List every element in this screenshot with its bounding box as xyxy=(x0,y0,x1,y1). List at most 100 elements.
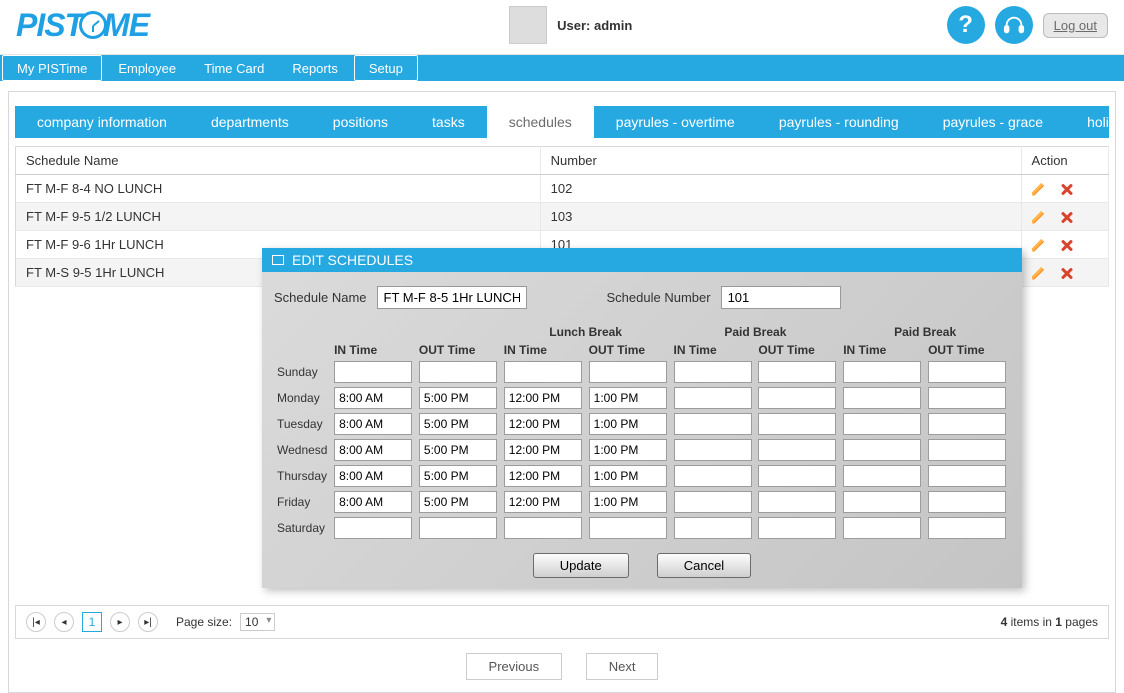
next-button[interactable]: Next xyxy=(586,653,659,680)
time-input[interactable] xyxy=(758,413,836,435)
time-input[interactable] xyxy=(674,387,752,409)
nav-sub-tab[interactable]: departments xyxy=(189,106,311,138)
help-icon[interactable]: ? xyxy=(947,6,985,44)
edit-icon[interactable] xyxy=(1032,182,1046,196)
time-input[interactable] xyxy=(334,413,412,435)
time-input[interactable] xyxy=(334,387,412,409)
time-input[interactable] xyxy=(758,465,836,487)
time-input[interactable] xyxy=(928,387,1006,409)
nav-sub-tab[interactable]: payrules - grace xyxy=(921,106,1065,138)
time-input[interactable] xyxy=(589,361,667,383)
time-input[interactable] xyxy=(589,465,667,487)
time-input[interactable] xyxy=(758,491,836,513)
time-input[interactable] xyxy=(334,517,412,539)
time-input[interactable] xyxy=(843,413,921,435)
time-input[interactable] xyxy=(419,465,497,487)
edit-icon[interactable] xyxy=(1032,238,1046,252)
time-input[interactable] xyxy=(419,361,497,383)
time-input[interactable] xyxy=(843,361,921,383)
nav-sub-tab[interactable]: holidays xyxy=(1065,106,1109,138)
time-input[interactable] xyxy=(674,491,752,513)
pager-first-button[interactable]: |◂ xyxy=(26,612,46,632)
time-input[interactable] xyxy=(674,413,752,435)
modal-titlebar[interactable]: EDIT SCHEDULES xyxy=(262,248,1022,272)
support-icon[interactable] xyxy=(995,6,1033,44)
nav-main-item[interactable]: My PISTime xyxy=(2,55,102,81)
time-input[interactable] xyxy=(589,387,667,409)
nav-sub-tab[interactable]: payrules - rounding xyxy=(757,106,921,138)
time-input[interactable] xyxy=(504,465,582,487)
delete-icon[interactable] xyxy=(1060,182,1074,196)
logout-button[interactable]: Log out xyxy=(1043,13,1108,38)
schedule-number-input[interactable] xyxy=(721,286,841,309)
time-input[interactable] xyxy=(504,387,582,409)
cancel-button[interactable]: Cancel xyxy=(657,553,751,578)
nav-sub-tab[interactable]: payrules - overtime xyxy=(594,106,757,138)
time-input[interactable] xyxy=(758,387,836,409)
col-header-name[interactable]: Schedule Name xyxy=(16,147,541,175)
time-input[interactable] xyxy=(843,439,921,461)
nav-sub-tab[interactable]: schedules xyxy=(487,106,594,138)
table-row[interactable]: FT M-F 8-4 NO LUNCH102 xyxy=(16,175,1109,203)
update-button[interactable]: Update xyxy=(533,553,629,578)
time-input[interactable] xyxy=(758,361,836,383)
time-input[interactable] xyxy=(419,491,497,513)
nav-sub-tab[interactable]: company information xyxy=(15,106,189,138)
time-input[interactable] xyxy=(504,439,582,461)
page-size-select[interactable]: 10 xyxy=(240,613,275,631)
time-input[interactable] xyxy=(334,439,412,461)
time-input[interactable] xyxy=(928,517,1006,539)
time-input[interactable] xyxy=(419,387,497,409)
pager-last-button[interactable]: ▸| xyxy=(138,612,158,632)
previous-button[interactable]: Previous xyxy=(466,653,563,680)
time-input[interactable] xyxy=(504,517,582,539)
time-input[interactable] xyxy=(674,439,752,461)
edit-icon[interactable] xyxy=(1032,210,1046,224)
time-input[interactable] xyxy=(334,465,412,487)
time-input[interactable] xyxy=(419,517,497,539)
nav-main-item[interactable]: Employee xyxy=(104,55,190,81)
schedule-name-input[interactable] xyxy=(377,286,527,309)
time-input[interactable] xyxy=(928,491,1006,513)
time-input[interactable] xyxy=(589,413,667,435)
nav-sub-tab[interactable]: tasks xyxy=(410,106,487,138)
time-input[interactable] xyxy=(419,413,497,435)
time-input[interactable] xyxy=(758,439,836,461)
day-label: Sunday xyxy=(274,359,331,385)
time-input[interactable] xyxy=(589,517,667,539)
time-input[interactable] xyxy=(843,465,921,487)
col-header-number[interactable]: Number xyxy=(540,147,1021,175)
pager-next-button[interactable]: ▸ xyxy=(110,612,130,632)
time-input[interactable] xyxy=(928,465,1006,487)
time-input[interactable] xyxy=(334,491,412,513)
page-size-label: Page size: xyxy=(176,615,232,629)
time-input[interactable] xyxy=(843,387,921,409)
time-input[interactable] xyxy=(674,465,752,487)
pager-prev-button[interactable]: ◂ xyxy=(54,612,74,632)
time-input[interactable] xyxy=(674,517,752,539)
time-input[interactable] xyxy=(928,439,1006,461)
time-input[interactable] xyxy=(758,517,836,539)
time-input[interactable] xyxy=(843,491,921,513)
edit-icon[interactable] xyxy=(1032,266,1046,280)
time-input[interactable] xyxy=(674,361,752,383)
time-input[interactable] xyxy=(334,361,412,383)
nav-main-item[interactable]: Time Card xyxy=(190,55,278,81)
nav-main-item[interactable]: Setup xyxy=(354,55,418,81)
time-input[interactable] xyxy=(589,439,667,461)
time-input[interactable] xyxy=(843,517,921,539)
time-input[interactable] xyxy=(928,361,1006,383)
day-label: Wednesd xyxy=(274,437,331,463)
table-row[interactable]: FT M-F 9-5 1/2 LUNCH103 xyxy=(16,203,1109,231)
time-input[interactable] xyxy=(504,361,582,383)
time-input[interactable] xyxy=(504,491,582,513)
time-input[interactable] xyxy=(504,413,582,435)
nav-main-item[interactable]: Reports xyxy=(278,55,352,81)
delete-icon[interactable] xyxy=(1060,238,1074,252)
delete-icon[interactable] xyxy=(1060,266,1074,280)
time-input[interactable] xyxy=(419,439,497,461)
nav-sub-tab[interactable]: positions xyxy=(311,106,410,138)
delete-icon[interactable] xyxy=(1060,210,1074,224)
time-input[interactable] xyxy=(589,491,667,513)
time-input[interactable] xyxy=(928,413,1006,435)
